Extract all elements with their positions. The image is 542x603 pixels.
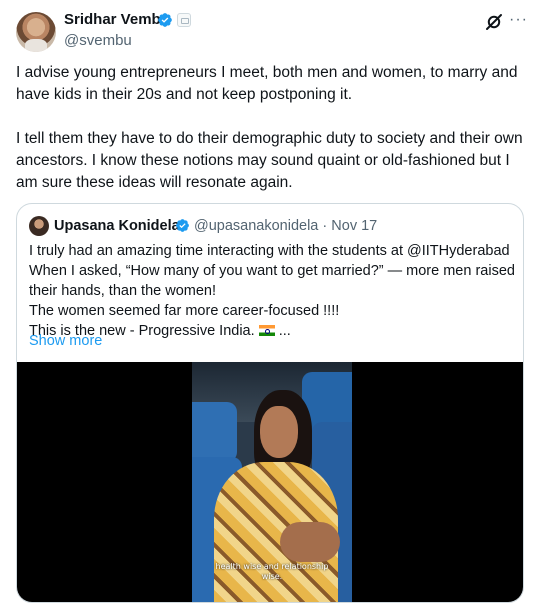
more-options-icon[interactable]: ··· (509, 10, 527, 30)
author-handle[interactable]: @svembu (64, 31, 132, 51)
video-caption: health wise and relationship wise. (192, 562, 352, 582)
quoted-author-handle: @upasanakonidela (194, 218, 319, 234)
video-caption-line: wise. (261, 572, 283, 581)
meta-separator: · (322, 218, 328, 234)
quoted-date[interactable]: Nov 17 (331, 218, 377, 234)
tweet: Sridhar Vembu @svembu ··· I advise young… (0, 0, 542, 603)
quoted-line: I truly had an amazing time interacting … (29, 243, 510, 259)
quoted-line: When I asked, “How many of you want to g… (29, 263, 515, 279)
quoted-author-avatar[interactable] (29, 216, 49, 236)
author-name[interactable]: Sridhar Vembu (64, 10, 170, 30)
tweet-paragraph: I tell them they have to do their demogr… (16, 130, 523, 191)
ellipsis: ... (278, 323, 291, 339)
india-flag-icon (258, 325, 275, 336)
quoted-text: I truly had an amazing time interacting … (29, 241, 515, 341)
video-frame: health wise and relationship wise. (192, 362, 352, 602)
quoted-author-name[interactable]: Upasana Konidela (54, 216, 180, 236)
show-more-link[interactable]: Show more (29, 331, 102, 351)
affiliate-badge-icon[interactable] (177, 13, 191, 27)
grok-icon[interactable] (484, 12, 504, 32)
verified-badge-icon (158, 13, 172, 27)
video-player[interactable]: health wise and relationship wise. (17, 362, 523, 602)
quoted-author-meta[interactable]: @upasanakonidela · Nov 17 (194, 216, 377, 236)
author-avatar[interactable] (16, 12, 56, 52)
verified-badge-icon (176, 219, 189, 232)
person-arm (280, 522, 340, 562)
person-face (260, 406, 298, 458)
tweet-text: I advise young entrepreneurs I meet, bot… (16, 62, 530, 216)
seat (192, 402, 237, 462)
quoted-line: The women seemed far more career-focused… (29, 303, 340, 319)
quoted-tweet[interactable]: Upasana Konidela @upasanakonidela · Nov … (16, 203, 524, 603)
tweet-paragraph: I advise young entrepreneurs I meet, bot… (16, 64, 518, 103)
video-caption-line: health wise and relationship (215, 562, 329, 571)
quoted-line: their hands, than the women! (29, 283, 217, 299)
